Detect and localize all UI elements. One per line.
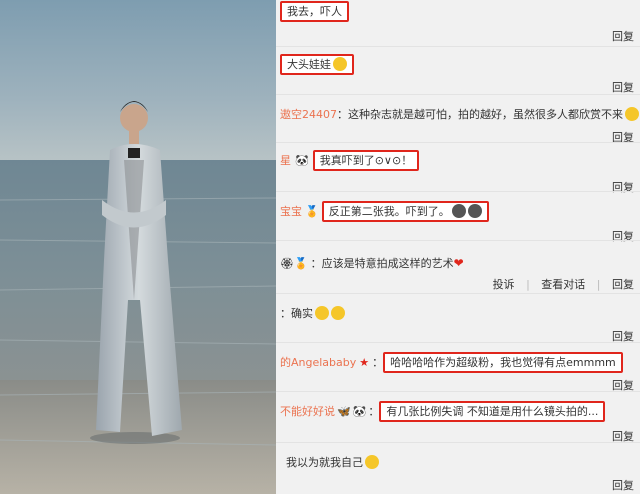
laughing-emoji-icon <box>365 455 379 469</box>
reply-link[interactable]: 回复 <box>612 28 634 44</box>
medal-icon: 🏅 <box>305 205 319 218</box>
separator: ： <box>280 307 291 320</box>
panda-icon: 🐼 <box>352 405 367 418</box>
reply-link[interactable]: 回复 <box>612 278 634 291</box>
comment-item: 不能好好说 🦋 🐼：有几张比例失调 不知道是用什么镜头拍的... 回复 <box>276 392 640 443</box>
comment-text: 确实 <box>291 307 313 320</box>
separator: ： <box>337 108 348 121</box>
comment-text: 应该是特意拍成这样的艺术 <box>321 257 454 270</box>
comment-item: 宝宝 🏅 反正第二张我。吓到了。 回复 <box>276 192 640 243</box>
screenshot-page: 我去，吓人 回复 大头娃娃 回复 遨空24407：这种杂志就是越可怕，拍的越好，… <box>0 0 640 494</box>
highlighted-comment-text: 有几张比例失调 不知道是用什么镜头拍的... <box>379 401 606 422</box>
reply-link[interactable]: 回复 <box>612 79 634 95</box>
scared-emoji-icon <box>467 204 482 218</box>
highlighted-comment-text: 哈哈哈哈作为超级粉，我也觉得有点emmmm <box>383 352 623 373</box>
butterfly-icon: 🦋 <box>337 405 351 418</box>
comment-username[interactable]: 星 <box>280 154 291 167</box>
emoji-icon <box>333 57 347 71</box>
separator: ： <box>310 257 322 270</box>
panda-icon: 🐼 <box>295 154 309 167</box>
highlighted-comment-text: 我真吓到了⊙∨⊙！ <box>312 150 420 171</box>
report-link[interactable]: 投诉 <box>493 278 515 291</box>
medal-icon: 🏅 <box>293 257 308 270</box>
separator: | <box>526 278 530 291</box>
comment-text: 这种杂志就是越可怕，拍的越好，虽然很多人都欣赏不来 <box>348 108 623 121</box>
scared-emoji-icon <box>451 204 466 218</box>
comment-item: 大头娃娃 回复 <box>276 47 640 95</box>
highlighted-comment-text: 反正第二张我。吓到了。 <box>321 201 489 222</box>
comment-username[interactable]: 遨空24407 <box>280 108 337 121</box>
heart-icon: ❤ <box>453 256 464 270</box>
separator: ： <box>372 356 384 369</box>
comment-item: 我去，吓人 回复 <box>276 0 640 46</box>
comment-item: 的Angelababy ★：哈哈哈哈作为超级粉，我也觉得有点emmmm 回复 <box>276 343 640 392</box>
laughing-emoji-icon <box>331 306 345 320</box>
comment-username[interactable]: 的Angelababy <box>280 356 356 369</box>
highlighted-comment-text: 我去，吓人 <box>280 1 349 22</box>
separator: | <box>596 278 601 291</box>
comment-username[interactable]: 不能好好说 <box>280 405 335 418</box>
comment-username[interactable]: 宝宝 <box>280 205 302 218</box>
view-conversation-link[interactable]: 查看对话 <box>541 278 585 291</box>
star-icon: ★ <box>359 356 370 369</box>
emoji-icon <box>625 107 639 121</box>
laughing-emoji-icon <box>315 306 329 320</box>
comment-list: 我去，吓人 回复 大头娃娃 回复 遨空24407：这种杂志就是越可怕，拍的越好，… <box>276 0 640 494</box>
comment-item: 我以为就我自己 回复 <box>276 443 640 494</box>
comment-text: 我以为就我自己 <box>286 456 363 469</box>
comment-item: 遨空24407：这种杂志就是越可怕，拍的越好，虽然很多人都欣赏不来 回复 <box>276 95 640 144</box>
reply-link[interactable]: 回复 <box>612 477 634 493</box>
separator: ： <box>368 405 380 418</box>
comment-item: 星 🐼 我真吓到了⊙∨⊙！ 回复 <box>276 143 640 194</box>
comment-item: ：确实 回复 <box>276 294 640 343</box>
comment-actions: 投诉 | 查看对话 | 回复 <box>485 276 634 292</box>
comment-item: 🏵🏅 ：应该是特意拍成这样的艺术❤ 投诉 | 查看对话 | 回复 <box>276 241 640 293</box>
badge-icon: 🏵 <box>280 257 294 270</box>
highlighted-comment-text: 大头娃娃 <box>280 54 354 75</box>
beach-photo <box>0 0 276 494</box>
